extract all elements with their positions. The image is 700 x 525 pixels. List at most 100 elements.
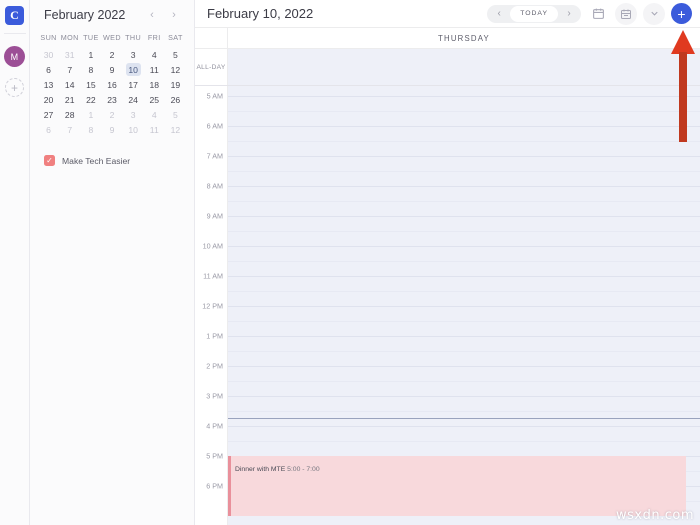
mini-day[interactable]: 24: [123, 92, 144, 107]
mini-day-cell[interactable]: 1: [83, 108, 98, 121]
mini-day-cell[interactable]: 28: [62, 108, 77, 121]
mini-day[interactable]: 8: [80, 122, 101, 137]
mini-day-cell[interactable]: 11: [147, 63, 162, 76]
mini-day-cell[interactable]: 11: [147, 123, 162, 136]
today-button[interactable]: TODAY: [510, 5, 558, 22]
mini-day-cell[interactable]: 12: [168, 123, 183, 136]
calendar-list-item[interactable]: ✓ Make Tech Easier: [44, 155, 186, 166]
mini-day-cell[interactable]: 12: [168, 63, 183, 76]
mini-day[interactable]: 4: [144, 107, 165, 122]
calendar-event[interactable]: Dinner with MTE 5:00 - 7:00: [228, 456, 686, 516]
mini-day-cell[interactable]: 4: [147, 48, 162, 61]
mini-day[interactable]: 10: [123, 62, 144, 77]
mini-day-cell[interactable]: 8: [83, 123, 98, 136]
mini-day[interactable]: 9: [101, 122, 122, 137]
next-day-button[interactable]: ›: [558, 6, 580, 22]
mini-day[interactable]: 12: [165, 62, 186, 77]
mini-day-cell[interactable]: 4: [147, 108, 162, 121]
mini-day[interactable]: 6: [38, 62, 59, 77]
mini-day[interactable]: 18: [144, 77, 165, 92]
mini-day-cell[interactable]: 30: [41, 48, 56, 61]
calendar-day-icon[interactable]: [587, 3, 609, 25]
mini-day[interactable]: 26: [165, 92, 186, 107]
mini-day[interactable]: 20: [38, 92, 59, 107]
mini-day[interactable]: 5: [165, 47, 186, 62]
mini-day-cell[interactable]: 1: [83, 48, 98, 61]
mini-day[interactable]: 7: [59, 62, 80, 77]
mini-day-cell[interactable]: 3: [126, 108, 141, 121]
add-event-button[interactable]: +: [671, 3, 692, 24]
mini-day-cell[interactable]: 9: [104, 63, 119, 76]
mini-day-cell[interactable]: 2: [104, 108, 119, 121]
prev-day-button[interactable]: ‹: [488, 6, 510, 22]
mini-day-cell[interactable]: 6: [41, 63, 56, 76]
mini-day[interactable]: 12: [165, 122, 186, 137]
mini-day-cell[interactable]: 13: [41, 78, 56, 91]
mini-day[interactable]: 23: [101, 92, 122, 107]
mini-day-cell[interactable]: 8: [83, 63, 98, 76]
mini-day-cell[interactable]: 2: [104, 48, 119, 61]
mini-day[interactable]: 9: [101, 62, 122, 77]
mini-day[interactable]: 16: [101, 77, 122, 92]
mini-day-cell[interactable]: 10: [126, 123, 141, 136]
mini-day-cell[interactable]: 21: [62, 93, 77, 106]
mini-day-cell[interactable]: 14: [62, 78, 77, 91]
time-grid-scroll[interactable]: 5 AM 6 AM 7 AM 8 AM 9 AM 10 AM 11 AM 12 PM 1 PM 2…: [195, 86, 700, 525]
mini-day[interactable]: 5: [165, 107, 186, 122]
time-grid[interactable]: Dinner with MTE 5:00 - 7:00: [228, 86, 700, 525]
mini-day[interactable]: 22: [80, 92, 101, 107]
mini-day-cell[interactable]: 17: [126, 78, 141, 91]
mini-day[interactable]: 14: [59, 77, 80, 92]
add-account-icon[interactable]: +: [5, 78, 24, 97]
mini-day[interactable]: 11: [144, 122, 165, 137]
mini-day[interactable]: 2: [101, 47, 122, 62]
mini-day[interactable]: 8: [80, 62, 101, 77]
mini-day-cell[interactable]: 6: [41, 123, 56, 136]
next-month-button[interactable]: ›: [164, 5, 184, 25]
mini-day[interactable]: 15: [80, 77, 101, 92]
mini-day[interactable]: 27: [38, 107, 59, 122]
mini-day[interactable]: 2: [101, 107, 122, 122]
mini-day-cell[interactable]: 26: [168, 93, 183, 106]
mini-day-cell[interactable]: 20: [41, 93, 56, 106]
mini-day-cell[interactable]: 5: [168, 108, 183, 121]
mini-day[interactable]: 13: [38, 77, 59, 92]
mini-day[interactable]: 17: [123, 77, 144, 92]
mini-day[interactable]: 3: [123, 47, 144, 62]
mini-day-cell[interactable]: 22: [83, 93, 98, 106]
mini-day[interactable]: 31: [59, 47, 80, 62]
mini-day[interactable]: 1: [80, 107, 101, 122]
all-day-cell[interactable]: [228, 49, 700, 85]
mini-day[interactable]: 7: [59, 122, 80, 137]
app-logo-icon[interactable]: C: [5, 6, 24, 25]
mini-day[interactable]: 1: [80, 47, 101, 62]
mini-day-cell[interactable]: 15: [83, 78, 98, 91]
mini-day-cell[interactable]: 18: [147, 78, 162, 91]
mini-day[interactable]: 3: [123, 107, 144, 122]
mini-day[interactable]: 21: [59, 92, 80, 107]
mini-day[interactable]: 30: [38, 47, 59, 62]
mini-day[interactable]: 4: [144, 47, 165, 62]
mini-day[interactable]: 11: [144, 62, 165, 77]
mini-day-cell[interactable]: 23: [104, 93, 119, 106]
mini-day-cell[interactable]: 24: [126, 93, 141, 106]
avatar[interactable]: M: [4, 46, 25, 67]
mini-day[interactable]: 19: [165, 77, 186, 92]
mini-day-cell[interactable]: 7: [62, 63, 77, 76]
calendar-checkbox[interactable]: ✓: [44, 155, 55, 166]
mini-day-cell[interactable]: 3: [126, 48, 141, 61]
mini-day-cell[interactable]: 16: [104, 78, 119, 91]
mini-day-cell[interactable]: 9: [104, 123, 119, 136]
mini-day[interactable]: 25: [144, 92, 165, 107]
mini-day[interactable]: 28: [59, 107, 80, 122]
mini-day-cell[interactable]: 5: [168, 48, 183, 61]
mini-day-cell[interactable]: 31: [62, 48, 77, 61]
mini-day[interactable]: 10: [123, 122, 144, 137]
calendar-month-icon[interactable]: [615, 2, 637, 25]
mini-day-cell[interactable]: 19: [168, 78, 183, 91]
mini-day-cell[interactable]: 7: [62, 123, 77, 136]
mini-day-cell[interactable]: 10: [125, 63, 141, 76]
mini-day[interactable]: 6: [38, 122, 59, 137]
prev-month-button[interactable]: ‹: [142, 5, 162, 25]
chevron-down-icon[interactable]: [643, 2, 665, 25]
